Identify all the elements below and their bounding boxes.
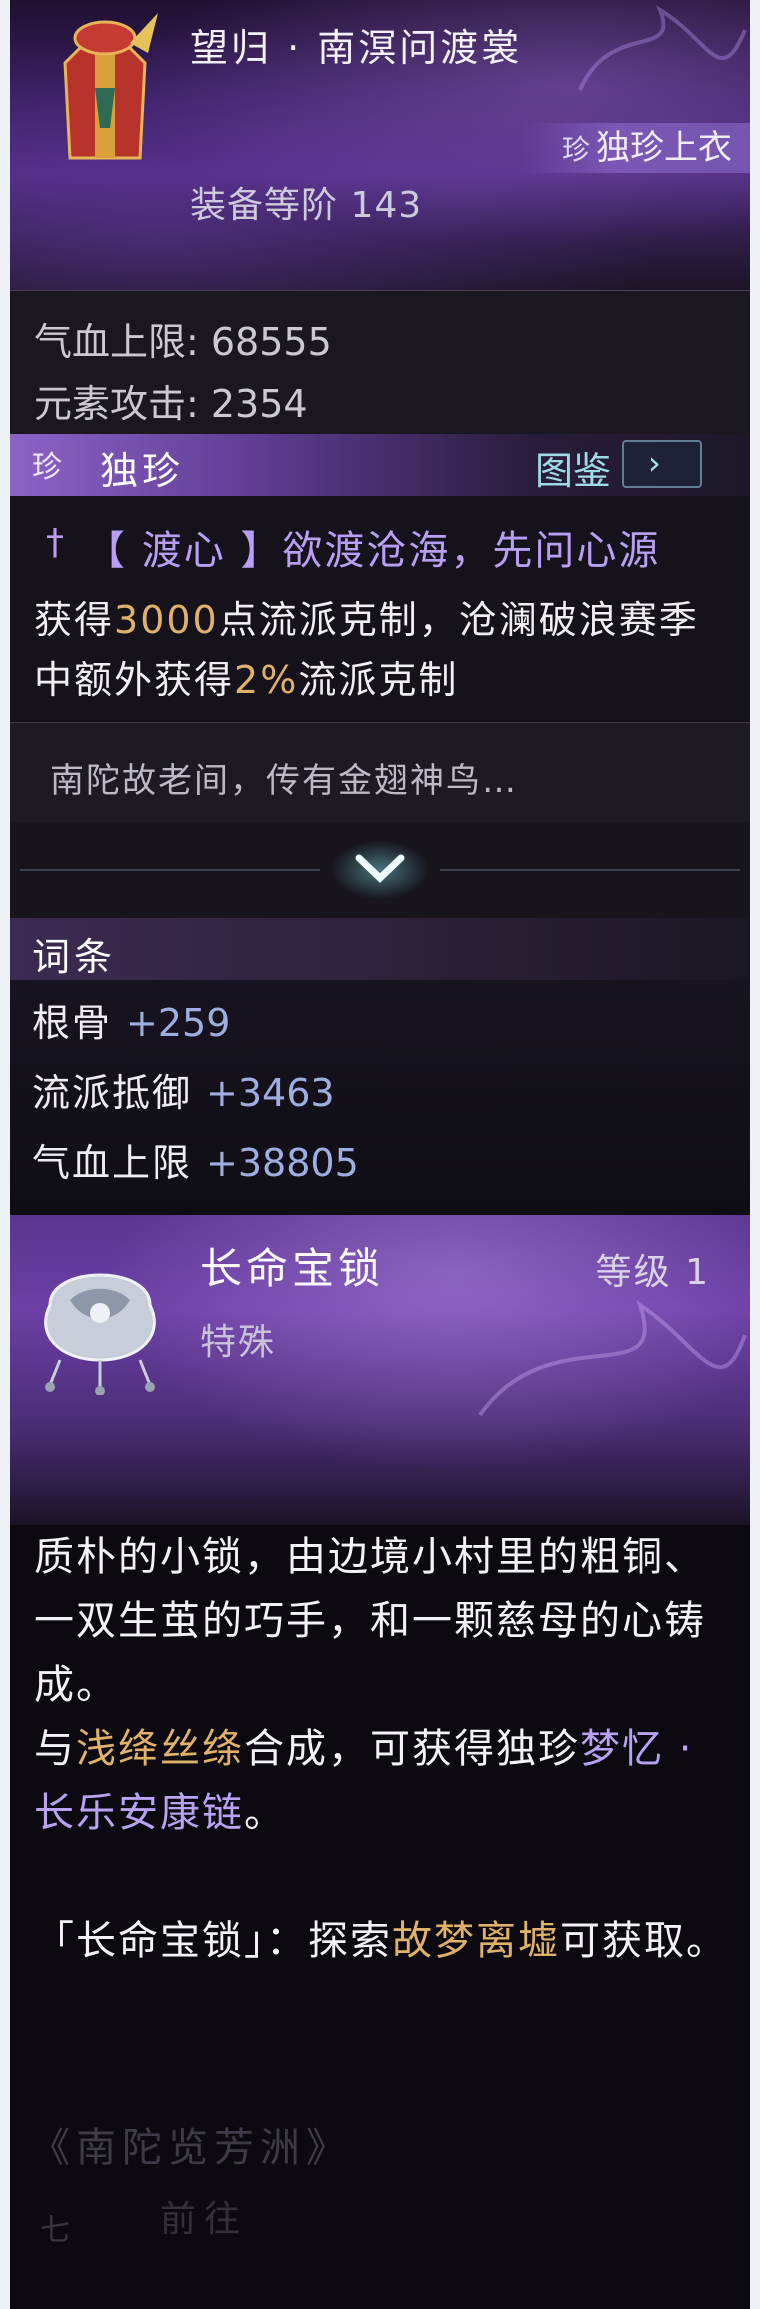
cloud-ornament-icon <box>578 5 747 91</box>
rarity-glyph-icon: 珍 <box>561 133 590 166</box>
affix-row: 气血上限 +38805 <box>32 1141 359 1185</box>
background-go-button: 前往 <box>160 2199 249 2240</box>
silver-lock-icon <box>44 1273 156 1395</box>
divider <box>20 869 320 871</box>
affix-row: 流派抵御 +3463 <box>32 1071 335 1115</box>
stat-hp: 气血上限: 68555 <box>34 320 332 364</box>
sword-icon: † <box>46 522 64 563</box>
material-tooltip: 长命宝锁 等级 1 特殊 质朴的小锁，由边境小村里的粗铜、一双生茧的巧手，和一颗… <box>10 1215 750 2309</box>
affix-header: 词条 <box>10 918 750 980</box>
effect-value-2: 2% <box>234 658 299 702</box>
codex-link[interactable]: 图鉴 <box>535 440 611 495</box>
craft-line: 与浅绛丝绦合成，可获得独珍梦忆 · 长乐安康链。 <box>34 1726 694 1836</box>
base-stats: 气血上限: 68555 元素攻击: 2354 <box>10 290 750 435</box>
effect-value-1: 3000 <box>114 598 219 642</box>
material-type: 特殊 <box>200 1322 277 1363</box>
material-name: 长命宝锁 <box>200 1244 385 1293</box>
chevron-down-icon[interactable] <box>353 850 407 886</box>
robe-equipment-icon <box>63 13 158 160</box>
cloud-ornament-icon <box>478 1300 747 1417</box>
slot-label: 独珍上衣 <box>596 128 732 168</box>
effect-description: 获得3000点流派克制，沧澜破浪赛季中额外获得2%流派克制 <box>34 598 699 702</box>
chevron-right-icon: › <box>648 444 661 482</box>
affix-list: 根骨 +259 流派抵御 +3463 气血上限 +38805 <box>10 980 750 1215</box>
affix-row: 根骨 +259 <box>32 1001 231 1045</box>
codex-button[interactable]: › <box>622 440 702 488</box>
slot-badge: 珍独珍上衣 <box>521 123 750 173</box>
rarity-seal-icon: 珍 <box>32 450 62 485</box>
material-description: 质朴的小锁，由边境小村里的粗铜、一双生茧的巧手，和一颗慈母的心铸成。 与浅绛丝绦… <box>34 1525 734 1973</box>
equipment-tier: 装备等阶 143 <box>190 185 423 226</box>
craft-ingredient: 浅绛丝绦 <box>76 1726 244 1772</box>
expand-toggle[interactable] <box>10 822 750 918</box>
lore-text: 南陀故老间，传有金翅神鸟… <box>10 722 750 823</box>
source-line: 「长命宝锁」：探索故梦离墟可获取。 <box>34 1918 728 1964</box>
source-place: 故梦离墟 <box>392 1918 560 1964</box>
item-name: 望归 · 南溟问渡裳 <box>190 26 523 70</box>
rarity-bar: 珍 独珍 图鉴 › <box>10 434 750 496</box>
background-title: 《南陀览芳洲》 <box>30 2125 352 2171</box>
rarity-label: 独珍 <box>100 449 185 493</box>
equipment-tooltip: 望归 · 南溟问渡裳 珍独珍上衣 装备等阶 143 气血上限: 68555 元素… <box>10 0 750 1215</box>
equipment-header: 望归 · 南溟问渡裳 珍独珍上衣 装备等阶 143 <box>10 0 750 290</box>
material-header: 长命宝锁 等级 1 特殊 <box>10 1215 750 1525</box>
material-level: 等级 1 <box>595 1252 710 1293</box>
background-mark: 七 <box>40 2213 70 2248</box>
divider <box>440 869 740 871</box>
stat-elemental-attack: 元素攻击: 2354 <box>34 382 308 426</box>
effect-title: 【 渡心 】欲渡沧海，先问心源 <box>85 528 661 574</box>
description-line: 质朴的小锁，由边境小村里的粗铜、一双生茧的巧手，和一颗慈母的心铸成。 <box>34 1534 706 1708</box>
